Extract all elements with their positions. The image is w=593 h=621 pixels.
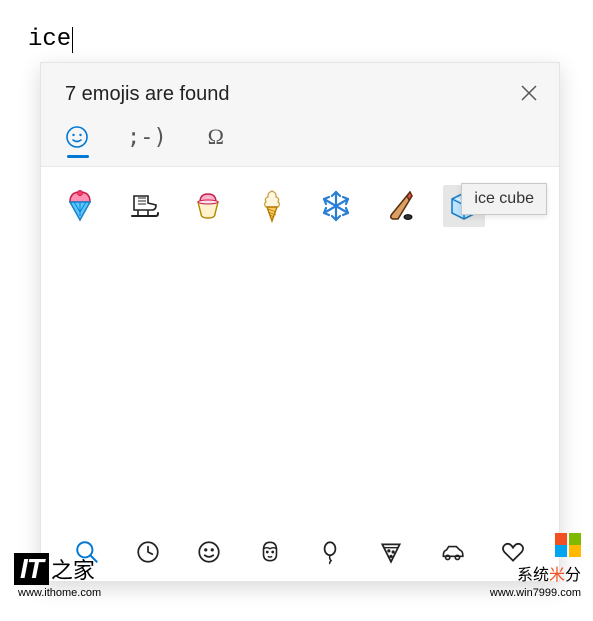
category-people[interactable]: [255, 537, 285, 567]
emoji-ice-cream[interactable]: [187, 185, 229, 227]
smiley-icon: [196, 539, 222, 565]
watermark-right-url: www.win7999.com: [490, 587, 581, 599]
emoji-categories: [41, 537, 559, 567]
microsoft-logo-icon: [490, 533, 581, 545]
category-celebration[interactable]: [315, 537, 345, 567]
emoji-snowflake[interactable]: [315, 185, 357, 227]
category-recent[interactable]: [133, 537, 163, 567]
emoji-shaved-ice[interactable]: [59, 185, 101, 227]
watermark-ithome-suffix: 之家: [51, 558, 95, 583]
emoji-ice-skate[interactable]: [123, 185, 165, 227]
car-icon: [439, 539, 465, 565]
watermark-ithome-url: www.ithome.com: [18, 587, 101, 599]
tab-symbols[interactable]: Ω: [203, 124, 229, 158]
watermark-win7999: 系统米分 www.win7999.com: [490, 533, 581, 599]
watermark-ithome-logo: IT: [14, 553, 49, 585]
tab-kaomoji[interactable]: ;-): [127, 125, 167, 158]
search-query[interactable]: ice: [28, 26, 73, 53]
emoji-tooltip: ice cube: [461, 183, 547, 215]
category-transport[interactable]: [437, 537, 467, 567]
clock-icon: [135, 539, 161, 565]
watermark-brand: 系统米分: [490, 561, 581, 585]
smile-icon: [65, 125, 89, 149]
person-icon: [257, 539, 283, 565]
emoji-soft-ice-cream[interactable]: [251, 185, 293, 227]
category-smileys[interactable]: [194, 537, 224, 567]
category-food[interactable]: [376, 537, 406, 567]
panel-header: 7 emojis are found ;-) Ω: [41, 63, 559, 167]
input-type-tabs: ;-) Ω: [65, 124, 535, 166]
close-icon: [517, 81, 541, 105]
balloon-icon: [317, 539, 343, 565]
search-query-text: ice: [28, 26, 71, 53]
text-cursor: [72, 27, 73, 53]
emoji-picker-panel: 7 emojis are found ;-) Ω ice cube: [40, 62, 560, 582]
microsoft-logo-icon-row2: [490, 545, 581, 557]
close-button[interactable]: [517, 81, 541, 105]
emoji-ice-hockey[interactable]: [379, 185, 421, 227]
watermark-ithome: IT之家 www.ithome.com: [14, 553, 101, 599]
pizza-icon: [378, 539, 404, 565]
results-count-label: 7 emojis are found: [65, 83, 535, 106]
tab-emoji[interactable]: [65, 125, 91, 157]
